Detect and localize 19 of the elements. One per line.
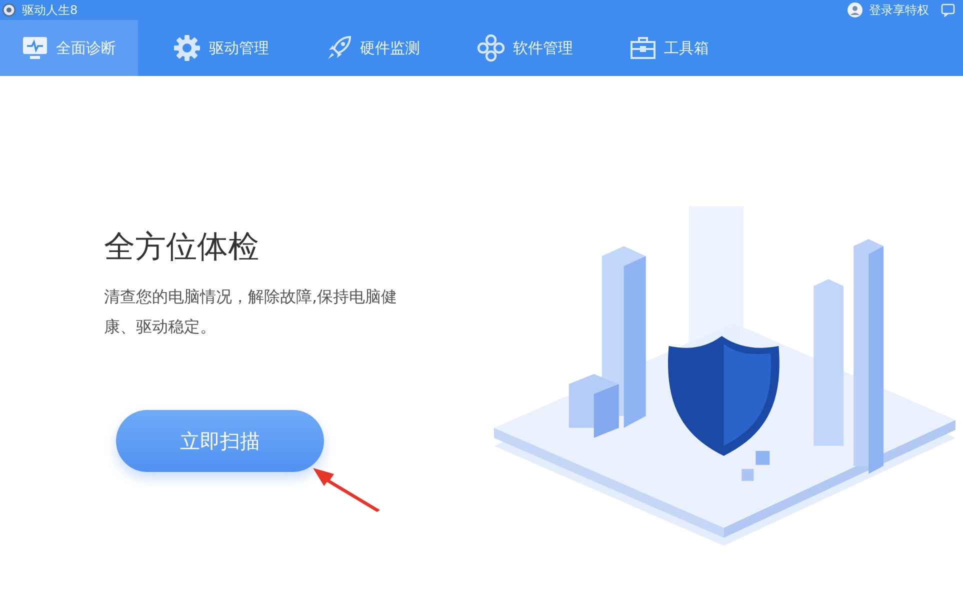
toolbox-icon [630, 36, 656, 60]
flower-icon [477, 34, 505, 62]
app-title: 驱动人生8 [22, 2, 78, 18]
section-heading: 全方位体检 [104, 228, 260, 267]
monitor-icon [22, 36, 48, 60]
nav-tab[interactable]: 工具箱 [608, 20, 731, 76]
nav-tab[interactable]: 软件管理 [455, 20, 595, 76]
nav-tab[interactable]: 驱动管理 [151, 20, 291, 76]
login-link[interactable]: 登录享特权 [869, 2, 929, 18]
message-icon[interactable] [941, 3, 955, 17]
app-logo-icon [2, 3, 16, 17]
scan-button[interactable]: 立即扫描 [116, 410, 324, 472]
section-description: 清查您的电脑情况，解除故障,保持电脑健康、驱动稳定。 [104, 286, 398, 338]
user-avatar-icon [847, 2, 863, 18]
nav-tab[interactable]: 全面诊断 [0, 20, 138, 76]
rocket-icon [326, 35, 352, 61]
gear-icon [173, 34, 201, 62]
pointer-arrow-icon [312, 466, 382, 512]
nav-tab[interactable]: 硬件监测 [304, 20, 442, 76]
